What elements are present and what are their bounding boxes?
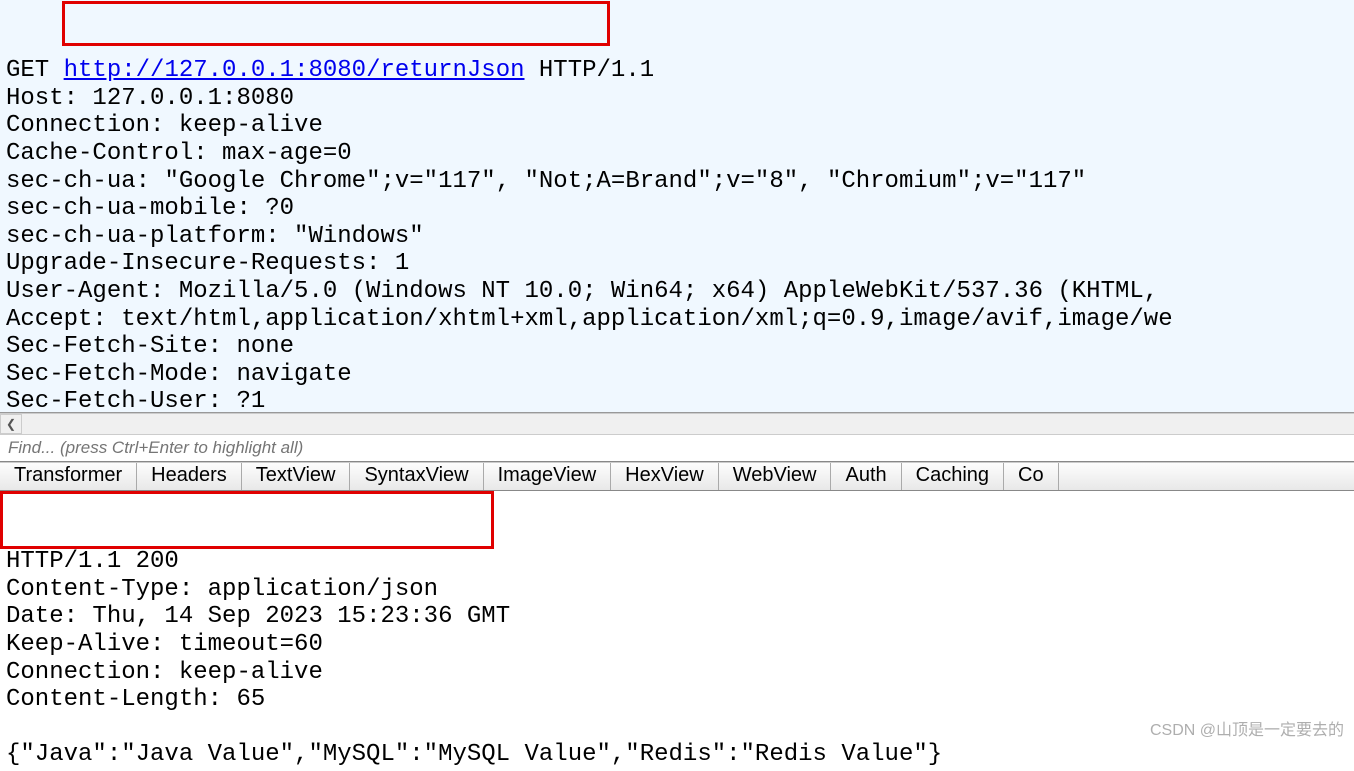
find-bar [0, 435, 1354, 462]
tab-hexview[interactable]: HexView [611, 463, 719, 490]
tab-auth[interactable]: Auth [831, 463, 901, 490]
resp-content-type: Content-Type: application/json [6, 576, 438, 603]
hdr-sec-fetch-site: Sec-Fetch-Site: none [6, 333, 294, 360]
resp-keep-alive: Keep-Alive: timeout=60 [6, 631, 323, 658]
resp-date: Date: Thu, 14 Sep 2023 15:23:36 GMT [6, 603, 510, 630]
tab-caching[interactable]: Caching [902, 463, 1004, 490]
hdr-sec-fetch-user: Sec-Fetch-User: ?1 [6, 388, 265, 413]
tab-transformer[interactable]: Transformer [0, 463, 137, 490]
request-protocol: HTTP/1.1 [539, 57, 654, 84]
hdr-connection: Connection: keep-alive [6, 112, 323, 139]
hdr-sec-fetch-mode: Sec-Fetch-Mode: navigate [6, 361, 352, 388]
hdr-upgrade-insecure: Upgrade-Insecure-Requests: 1 [6, 250, 409, 277]
hdr-accept: Accept: text/html,application/xhtml+xml,… [6, 306, 1173, 333]
response-body: {"Java":"Java Value","MySQL":"MySQL Valu… [6, 741, 942, 768]
tab-webview[interactable]: WebView [719, 463, 832, 490]
tab-textview[interactable]: TextView [242, 463, 351, 490]
find-input[interactable] [0, 436, 1354, 460]
hdr-sec-ch-ua-mobile: sec-ch-ua-mobile: ?0 [6, 195, 294, 222]
hdr-host: Host: 127.0.0.1:8080 [6, 85, 294, 112]
tab-more[interactable]: Co [1004, 463, 1059, 490]
hdr-sec-ch-ua-platform: sec-ch-ua-platform: "Windows" [6, 223, 424, 250]
scroll-left-icon[interactable]: ❮ [0, 414, 22, 434]
horizontal-scrollbar[interactable]: ❮ [0, 413, 1354, 435]
request-method: GET [6, 57, 49, 84]
response-tabs: Transformer Headers TextView SyntaxView … [0, 462, 1354, 491]
response-status: HTTP/1.1 200 [6, 548, 179, 575]
tab-headers[interactable]: Headers [137, 463, 242, 490]
highlight-content-type-box [0, 491, 494, 549]
hdr-sec-ch-ua: sec-ch-ua: "Google Chrome";v="117", "Not… [6, 168, 1086, 195]
tab-imageview[interactable]: ImageView [484, 463, 612, 490]
hdr-user-agent: User-Agent: Mozilla/5.0 (Windows NT 10.0… [6, 278, 1158, 305]
resp-content-length: Content-Length: 65 [6, 686, 265, 713]
resp-connection: Connection: keep-alive [6, 659, 323, 686]
tab-syntaxview[interactable]: SyntaxView [350, 463, 483, 490]
response-raw-pane: HTTP/1.1 200 Content-Type: application/j… [0, 491, 1354, 771]
highlight-url-box [62, 1, 610, 46]
request-raw-pane: GET http://127.0.0.1:8080/returnJson HTT… [0, 0, 1354, 413]
request-url-link[interactable]: http://127.0.0.1:8080/returnJson [64, 57, 525, 84]
hdr-cache-control: Cache-Control: max-age=0 [6, 140, 352, 167]
